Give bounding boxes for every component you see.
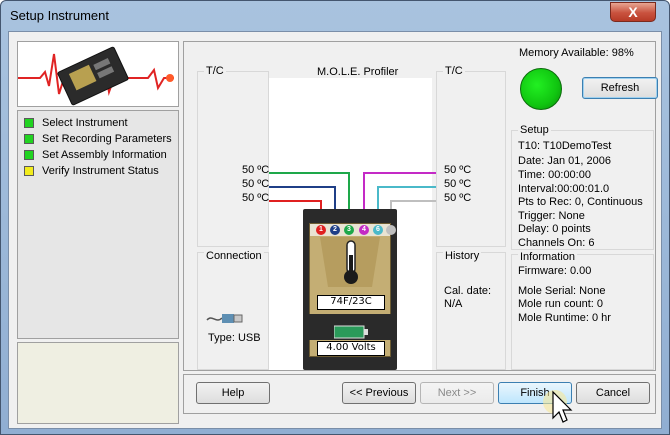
setup-line: Trigger: None [518, 210, 585, 222]
thermometer-icon [320, 237, 380, 287]
step-status-icon [24, 150, 34, 160]
step-status-icon [24, 166, 34, 176]
setup-line: Time: 00:00:00 [518, 169, 591, 181]
instrument-status-panel: T/C M.O.L.E. Profiler T/C 50 ºC 50 ºC 50… [183, 41, 658, 371]
step-select-instrument: Select Instrument [24, 116, 128, 130]
next-button[interactable]: Next >> [420, 382, 494, 404]
cancel-button[interactable]: Cancel [576, 382, 650, 404]
information-line: Mole run count: 0 [518, 298, 603, 310]
voltage-readout: 4.00 Volts [317, 341, 385, 356]
channel-3-marker: 3 [344, 225, 354, 235]
step-set-recording-parameters: Set Recording Parameters [24, 132, 172, 146]
wire-channel-ref [390, 200, 436, 227]
setup-line: Date: Jan 01, 2006 [518, 155, 611, 167]
button-bar: Help << Previous Next >> Finish Cancel [183, 374, 656, 414]
step-status-icon [24, 118, 34, 128]
memory-available-label: Memory Available: 98% [519, 47, 634, 59]
history-title: History [443, 250, 482, 262]
memory-status-indicator [520, 68, 562, 110]
battery-icon [334, 325, 368, 339]
connection-title: Connection [204, 250, 264, 262]
close-icon: X [628, 4, 638, 20]
temperature-readout: 74F/23C [317, 295, 385, 310]
dialog-body: Select Instrument Set Recording Paramete… [8, 31, 662, 429]
cal-date-value: N/A [444, 298, 463, 310]
mole-profiler-logo [18, 46, 174, 106]
help-button[interactable]: Help [196, 382, 270, 404]
setup-line: T10: T10DemoTest [518, 140, 612, 152]
previous-button[interactable]: << Previous [342, 382, 416, 404]
information-line: Mole Serial: None [518, 285, 606, 297]
title-bar[interactable]: Setup Instrument X [1, 1, 669, 31]
step-label: Verify Instrument Status [42, 165, 159, 177]
window-title: Setup Instrument [10, 8, 109, 23]
channel-4-marker: 4 [359, 225, 369, 235]
step-label: Set Recording Parameters [42, 133, 172, 145]
step-status-icon [24, 134, 34, 144]
setup-instrument-window: Setup Instrument X Select Instrument Set… [0, 0, 670, 435]
setup-line: Interval:00:00:01.0 [518, 183, 610, 195]
connection-type: Type: USB [208, 332, 261, 344]
logo-panel [17, 41, 179, 107]
setup-title: Setup [518, 124, 551, 136]
channel-ref-marker [386, 225, 396, 235]
step-label: Set Assembly Information [42, 149, 167, 161]
information-line: Mole Runtime: 0 hr [518, 312, 611, 324]
setup-line: Pts to Rec: 0, Continuous [518, 196, 643, 208]
channel-2-marker: 2 [330, 225, 340, 235]
wizard-steps-panel: Select Instrument Set Recording Paramete… [17, 110, 179, 339]
info-panel [17, 342, 179, 424]
information-title: Information [518, 251, 578, 263]
usb-plug-icon [206, 314, 243, 323]
information-line: Firmware: 0.00 [518, 265, 592, 277]
cal-date-label: Cal. date: [444, 285, 492, 297]
mouse-cursor-icon [543, 390, 573, 423]
refresh-button[interactable]: Refresh [582, 77, 658, 99]
channel-6-marker: 6 [373, 225, 383, 235]
step-set-assembly-information: Set Assembly Information [24, 148, 167, 162]
step-label: Select Instrument [42, 117, 128, 129]
setup-line: Delay: 0 points [518, 223, 591, 235]
setup-line: Channels On: 6 [518, 237, 595, 249]
channel-1-marker: 1 [316, 225, 326, 235]
step-verify-instrument-status: Verify Instrument Status [24, 164, 159, 178]
close-button[interactable]: X [610, 2, 656, 22]
